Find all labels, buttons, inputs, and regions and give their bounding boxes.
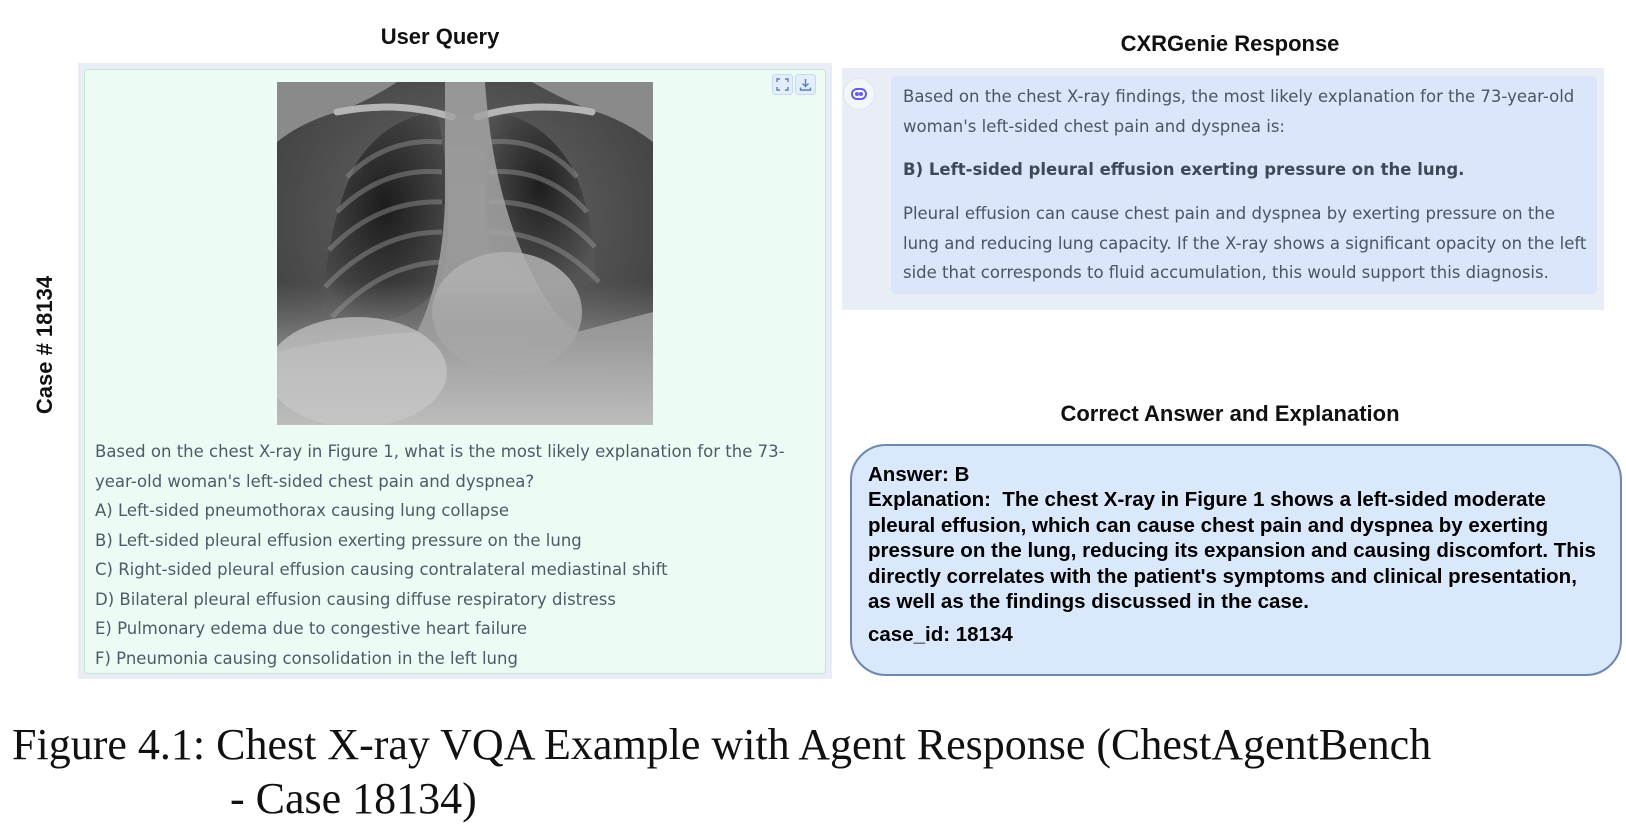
response-answer: B) Left-sided pleural effusion exerting … <box>903 160 1465 179</box>
bot-icon <box>843 78 875 110</box>
explanation-text: Explanation: The chest X-ray in Figure 1… <box>868 488 1596 613</box>
image-toolbar <box>772 74 818 96</box>
response-heading: CXRGenie Response <box>1120 31 1340 56</box>
option-a: A) Left-sided pneumothorax causing lung … <box>95 501 510 520</box>
case-id-line: case_id: 18134 <box>868 623 1013 646</box>
correct-answer-heading: Correct Answer and Explanation <box>1060 401 1400 426</box>
caption-line-1: Figure 4.1: Chest X-ray VQA Example with… <box>12 720 1432 769</box>
answer-line: Answer: B <box>868 463 970 486</box>
question-text: Based on the chest X-ray in Figure 1, wh… <box>95 442 785 491</box>
chest-xray-image <box>277 82 653 425</box>
option-b: B) Left-sided pleural effusion exerting … <box>95 530 582 550</box>
option-e: E) Pulmonary edema due to congestive hea… <box>95 619 528 638</box>
download-icon[interactable] <box>795 74 816 95</box>
response-paragraph-3: Pleural effusion can cause chest pain an… <box>903 204 1587 282</box>
options-list: A) Left-sided pneumothorax causing lung … <box>95 496 668 673</box>
fullscreen-icon[interactable] <box>772 74 793 95</box>
option-f: F) Pneumonia causing consolidation in th… <box>95 648 518 668</box>
option-c: C) Right-sided pleural effusion causing … <box>95 560 668 579</box>
case-label: Case # 18134 <box>12 270 78 420</box>
case-label-text: Case # 18134 <box>32 275 58 415</box>
caption-line-2: - Case 18134) <box>230 774 477 823</box>
figure-caption: Figure 4.1: Chest X-ray VQA Example with… <box>12 718 1431 826</box>
user-query-heading: User Query <box>380 24 500 49</box>
option-d: D) Bilateral pleural effusion causing di… <box>95 589 616 609</box>
response-paragraph-1: Based on the chest X-ray findings, the m… <box>903 87 1575 136</box>
